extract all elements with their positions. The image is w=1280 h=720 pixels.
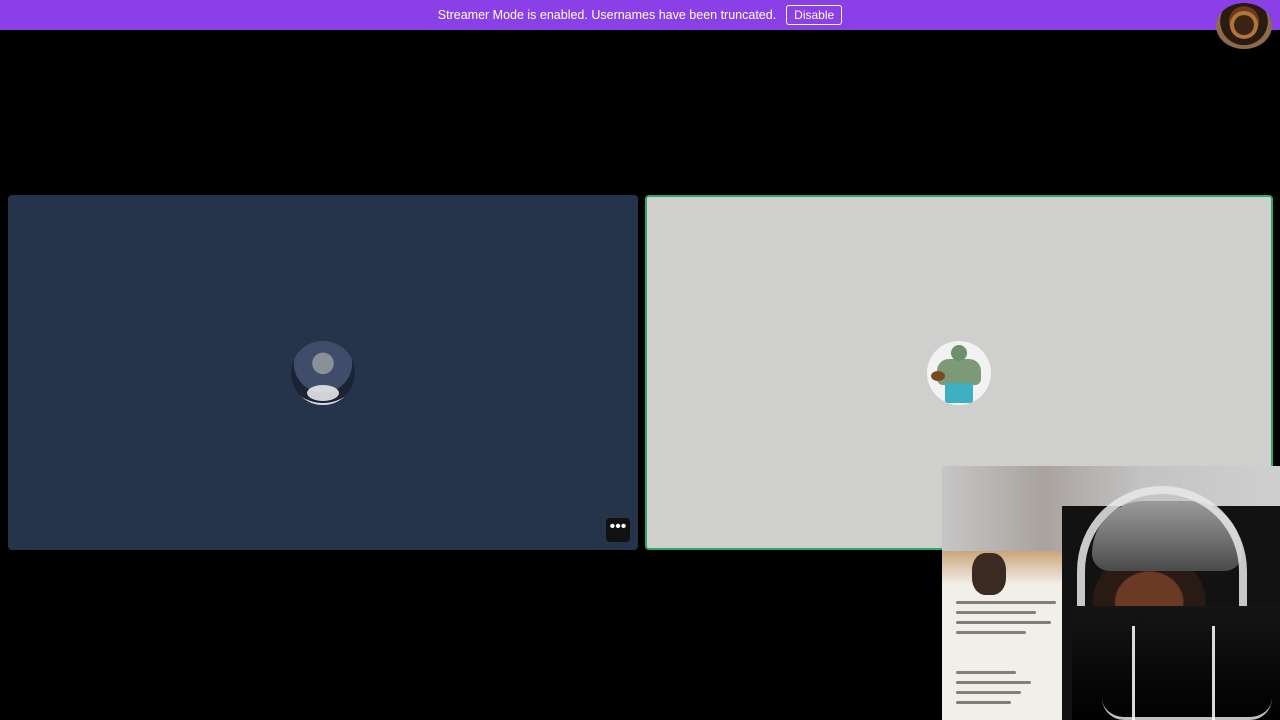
avatar-figure-head xyxy=(951,344,967,361)
webcam-stream-chat-overlay xyxy=(942,551,1072,720)
participant-tile-1[interactable]: ••• xyxy=(8,195,638,550)
participant-avatar-1 xyxy=(291,340,355,405)
poster-portrait xyxy=(972,553,1006,595)
avatar-figure-legs xyxy=(945,382,973,403)
chat-line xyxy=(956,611,1036,614)
chat-line xyxy=(956,671,1016,674)
streamer-mode-banner: Streamer Mode is enabled. Usernames have… xyxy=(0,0,1280,30)
chat-line xyxy=(956,701,1011,704)
user-avatar-icon[interactable] xyxy=(1216,3,1272,49)
disable-streamer-mode-button[interactable]: Disable xyxy=(786,5,843,25)
webcam-overlay xyxy=(942,466,1280,720)
chat-line xyxy=(956,681,1031,684)
more-options-button[interactable]: ••• xyxy=(606,518,630,542)
chat-line xyxy=(956,621,1051,624)
streamer-mode-message: Streamer Mode is enabled. Usernames have… xyxy=(437,8,777,22)
avatar-figure-ball xyxy=(931,370,945,381)
chat-line xyxy=(956,691,1021,694)
participant-avatar-2 xyxy=(927,340,991,405)
chat-line xyxy=(956,601,1056,604)
hoodie-script-logo xyxy=(1102,698,1272,720)
chat-line xyxy=(956,631,1026,634)
